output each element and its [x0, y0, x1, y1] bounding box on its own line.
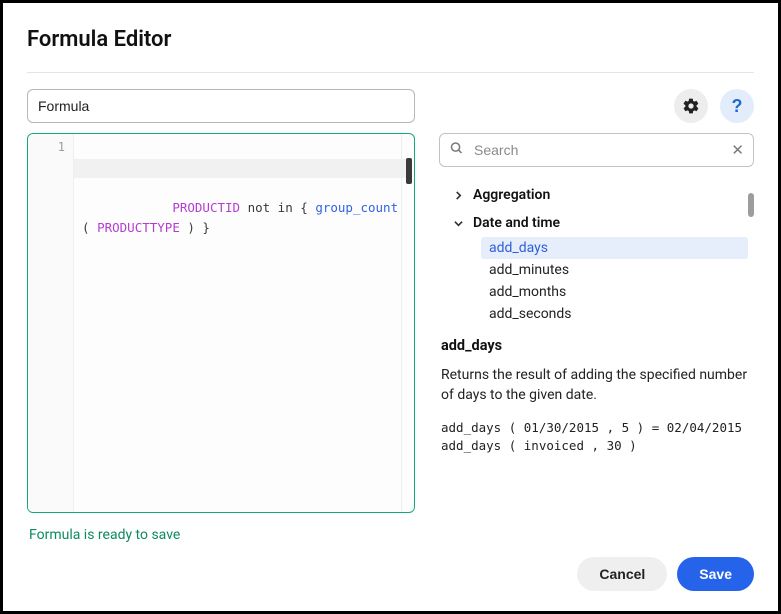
line-number: 1 — [58, 140, 65, 154]
active-line-highlight — [74, 159, 408, 178]
header-divider — [27, 72, 754, 73]
line-gutter: 1 — [28, 134, 74, 512]
search-input[interactable] — [439, 133, 754, 167]
function-label: add_minutes — [489, 262, 569, 278]
search-icon — [449, 141, 464, 160]
token-function: group_count — [315, 200, 398, 215]
function-item-add-days[interactable]: add_days — [481, 237, 748, 259]
token-paren: ) } — [180, 220, 210, 235]
status-text: Formula is ready to save — [27, 513, 415, 543]
category-aggregation[interactable]: Aggregation — [451, 181, 748, 209]
settings-button[interactable] — [674, 89, 708, 123]
code-ruler — [401, 134, 402, 512]
page-title: Formula Editor — [27, 27, 171, 52]
token-keyword: not in { — [240, 200, 315, 215]
chevron-down-icon — [451, 219, 465, 228]
question-icon: ? — [732, 96, 743, 117]
detail-title: add_days — [441, 337, 752, 354]
cancel-button[interactable]: Cancel — [577, 557, 667, 591]
clear-icon[interactable]: ✕ — [731, 141, 744, 159]
code-editor[interactable]: 1 PRODUCTID not in { group_count ( PRODU… — [27, 133, 415, 513]
category-label: Aggregation — [473, 187, 550, 203]
detail-description: Returns the result of adding the specifi… — [441, 366, 752, 405]
editor-scroll-marker — [406, 158, 412, 184]
category-date-time[interactable]: Date and time — [451, 209, 748, 237]
category-label: Date and time — [473, 215, 560, 231]
detail-example: add_days ( 01/30/2015 , 5 ) = 02/04/2015… — [441, 419, 752, 455]
code-area[interactable]: PRODUCTID not in { group_count ( PRODUCT… — [74, 134, 414, 512]
function-detail: add_days Returns the result of adding th… — [439, 333, 754, 455]
function-item-add-minutes[interactable]: add_minutes — [481, 259, 748, 281]
formula-name-input[interactable] — [27, 89, 415, 123]
sidebar-scrollbar[interactable] — [748, 193, 754, 217]
gear-icon — [682, 97, 700, 115]
function-item-add-months[interactable]: add_months — [481, 281, 748, 303]
function-label: add_seconds — [489, 306, 572, 321]
function-label: add_days — [489, 240, 548, 256]
help-button[interactable]: ? — [720, 89, 754, 123]
function-list: Aggregation Date and time add_days add_m… — [439, 181, 754, 321]
save-button[interactable]: Save — [677, 557, 754, 591]
function-label: add_months — [489, 284, 566, 300]
chevron-right-icon — [451, 191, 465, 200]
token-column: PRODUCTTYPE — [97, 220, 180, 235]
function-item-add-seconds[interactable]: add_seconds — [481, 303, 748, 321]
token-column: PRODUCTID — [172, 200, 240, 215]
